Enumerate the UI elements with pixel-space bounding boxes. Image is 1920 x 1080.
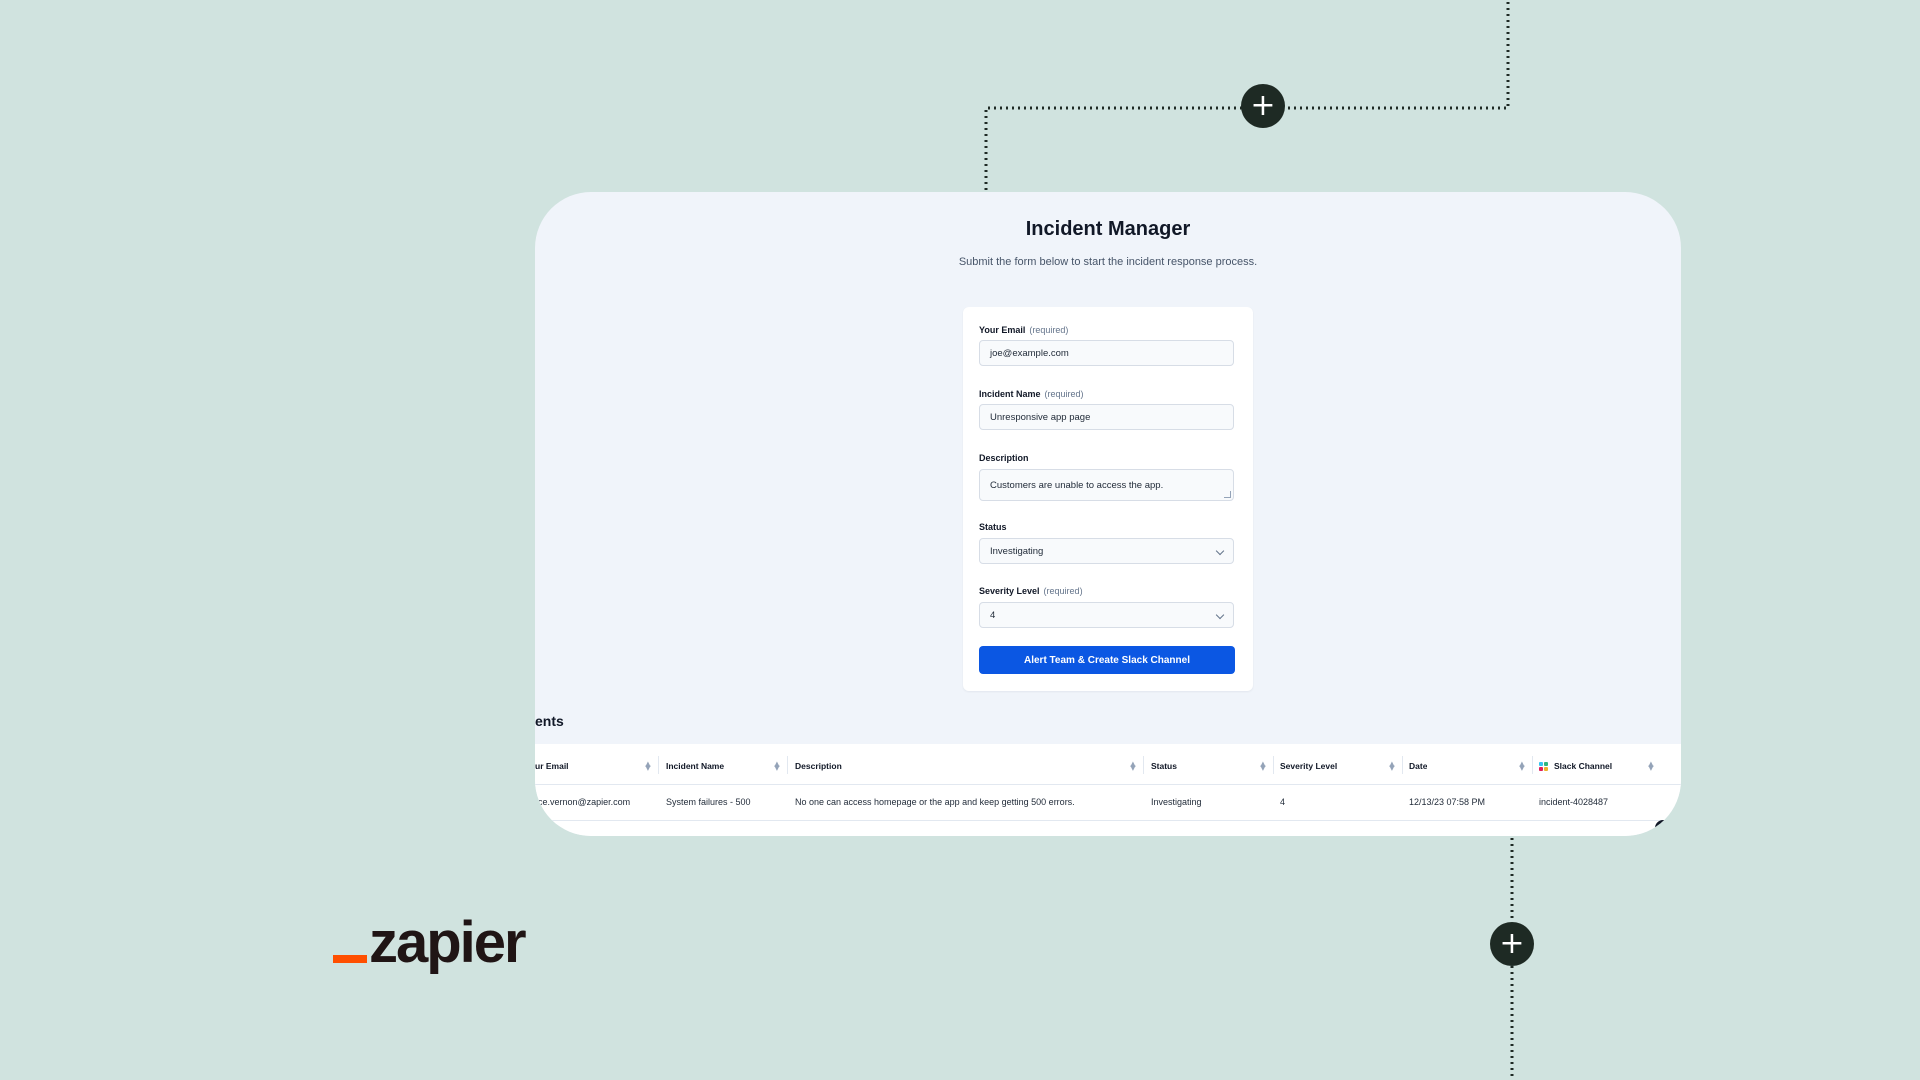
alert-team-button[interactable]: Alert Team & Create Slack Channel (979, 646, 1235, 674)
incident-name-field-value: Unresponsive app page (990, 411, 1091, 423)
column-header-email[interactable]: ur Email (535, 748, 569, 784)
email-label-text: Your Email (979, 325, 1026, 335)
page-title: Incident Manager (1025, 218, 1191, 240)
description-textarea[interactable]: Customers are unable to access the app. (979, 469, 1234, 501)
incident-name-field-label: Incident Name (required) (979, 389, 1084, 399)
cell-email: rce.vernon@zapier.com (535, 797, 631, 807)
incidents-section-heading: ents (535, 713, 564, 729)
severity-select[interactable]: 4 (979, 602, 1234, 628)
connector-line-left (984, 106, 1242, 190)
required-tag: (required) (1029, 325, 1069, 335)
page-subtitle: Submit the form below to start the incid… (958, 256, 1258, 268)
table-row[interactable]: rce.vernon@zapier.com System failures - … (535, 784, 1681, 821)
sort-icon[interactable]: ▲ ▼ (774, 761, 780, 772)
logo-accent-bar (333, 955, 367, 963)
severity-select-value: 4 (990, 609, 996, 621)
slack-icon (1539, 761, 1548, 771)
cell-incident-name: System failures - 500 (666, 797, 751, 807)
severity-label-text: Severity Level (979, 586, 1040, 596)
add-step-plus-icon-lower[interactable]: + (1490, 922, 1534, 966)
chevron-down-icon (1215, 546, 1225, 556)
sort-icon[interactable]: ▲ ▼ (1389, 761, 1395, 772)
status-select[interactable]: Investigating (979, 538, 1234, 564)
column-divider (1143, 756, 1144, 774)
add-step-plus-icon[interactable]: + (1241, 84, 1285, 128)
incident-name-label-text: Incident Name (979, 389, 1041, 399)
status-select-value: Investigating (990, 545, 1044, 557)
cell-date: 12/13/23 07:58 PM (1409, 797, 1486, 807)
column-header-description[interactable]: Description (795, 748, 842, 784)
severity-field-label: Severity Level (required) (979, 586, 1083, 596)
email-field-value: joe@example.com (990, 347, 1069, 359)
email-field[interactable]: joe@example.com (979, 340, 1234, 366)
column-divider (1532, 756, 1533, 774)
column-divider (1273, 756, 1274, 774)
table-header-row: ur Email ▲ ▼ Incident Name ▲ ▼ Description… (535, 744, 1681, 785)
column-header-slack-channel[interactable]: Slack Channel (1539, 748, 1612, 784)
column-divider (1402, 756, 1403, 774)
sort-icon[interactable]: ▲ ▼ (1130, 761, 1136, 772)
email-field-label: Your Email (required) (979, 325, 1068, 335)
sort-icon[interactable]: ▲ ▼ (1260, 761, 1266, 772)
cell-slack-channel[interactable]: incident-4028487 (1539, 784, 1608, 820)
cell-description: No one can access homepage or the app an… (795, 797, 1075, 807)
description-field-label: Description (979, 453, 1029, 463)
column-header-status[interactable]: Status (1151, 748, 1177, 784)
zapier-logo: zapier (333, 908, 527, 975)
sort-icon[interactable]: ▲ ▼ (1648, 761, 1654, 772)
incident-name-field[interactable]: Unresponsive app page (979, 404, 1234, 430)
scroll-corner-handle[interactable] (1655, 820, 1669, 832)
sort-icon[interactable]: ▲ ▼ (645, 761, 651, 772)
app-preview-card: Incident Manager Submit the form below t… (535, 192, 1681, 836)
column-header-severity-level[interactable]: Severity Level (1280, 748, 1337, 784)
cell-status: Investigating (1151, 797, 1202, 807)
column-header-incident-name[interactable]: Incident Name (666, 748, 724, 784)
column-divider (658, 756, 659, 774)
required-tag: (required) (1043, 586, 1083, 596)
description-field-value: Customers are unable to access the app. (990, 479, 1164, 491)
logo-wordmark: zapier (369, 910, 527, 975)
resize-grip-icon[interactable] (1224, 491, 1231, 498)
column-divider (787, 756, 788, 774)
column-header-date[interactable]: Date (1409, 748, 1427, 784)
incidents-table: ur Email ▲ ▼ Incident Name ▲ ▼ Description… (535, 744, 1681, 836)
column-header-slack-channel-label: Slack Channel (1554, 761, 1613, 771)
required-tag: (required) (1044, 389, 1084, 399)
sort-icon[interactable]: ▲ ▼ (1519, 761, 1525, 772)
cell-severity-level: 4 (1280, 797, 1286, 807)
incident-form: Your Email (required) joe@example.com Inc… (963, 307, 1253, 691)
connector-line-right (1288, 0, 1510, 110)
status-field-label: Status (979, 522, 1007, 532)
chevron-down-icon (1215, 610, 1225, 620)
